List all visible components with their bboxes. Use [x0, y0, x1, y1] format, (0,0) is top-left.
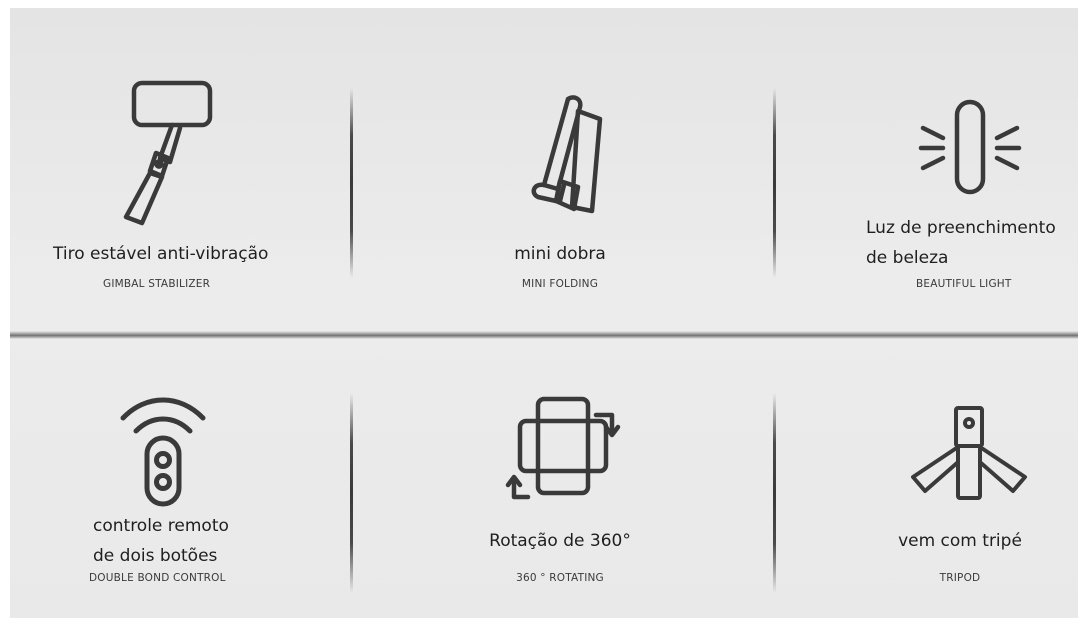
feature-title-line2: de dois botões	[93, 546, 218, 566]
feature-subtitle: 360 ° ROTATING	[516, 572, 604, 584]
feature-title-line1: Luz de preenchimento	[866, 218, 1056, 238]
feature-subtitle: MINI FOLDING	[521, 278, 599, 290]
selfie-stick-icon	[110, 78, 220, 228]
rotation-icon	[500, 393, 630, 508]
feature-subtitle: GIMBAL STABILIZER	[103, 278, 211, 290]
feature-title: vem com tripé	[898, 531, 1022, 551]
feature-title-line1: controle remoto	[93, 516, 229, 536]
vertical-divider	[773, 393, 776, 593]
feature-subtitle: DOUBLE BOND CONTROL	[89, 572, 226, 584]
tripod-icon	[905, 403, 1035, 503]
feature-subtitle: BEAUTIFUL LIGHT	[916, 278, 1012, 290]
feature-subtitle: TRIPOD	[939, 572, 981, 584]
feature-title: Tiro estável anti-vibração	[53, 244, 269, 264]
feature-title-line2: de beleza	[866, 248, 949, 268]
vertical-divider	[350, 393, 353, 593]
fill-light-icon	[915, 98, 1025, 198]
remote-control-icon	[118, 388, 208, 513]
feature-title: mini dobra	[514, 244, 606, 264]
folding-icon	[520, 93, 610, 223]
vertical-divider	[350, 88, 353, 278]
horizontal-divider	[10, 331, 1078, 339]
vertical-divider	[773, 88, 776, 278]
feature-panel: Tiro estável anti-vibração GIMBAL STABIL…	[10, 8, 1078, 618]
feature-title: Rotação de 360°	[489, 531, 631, 551]
